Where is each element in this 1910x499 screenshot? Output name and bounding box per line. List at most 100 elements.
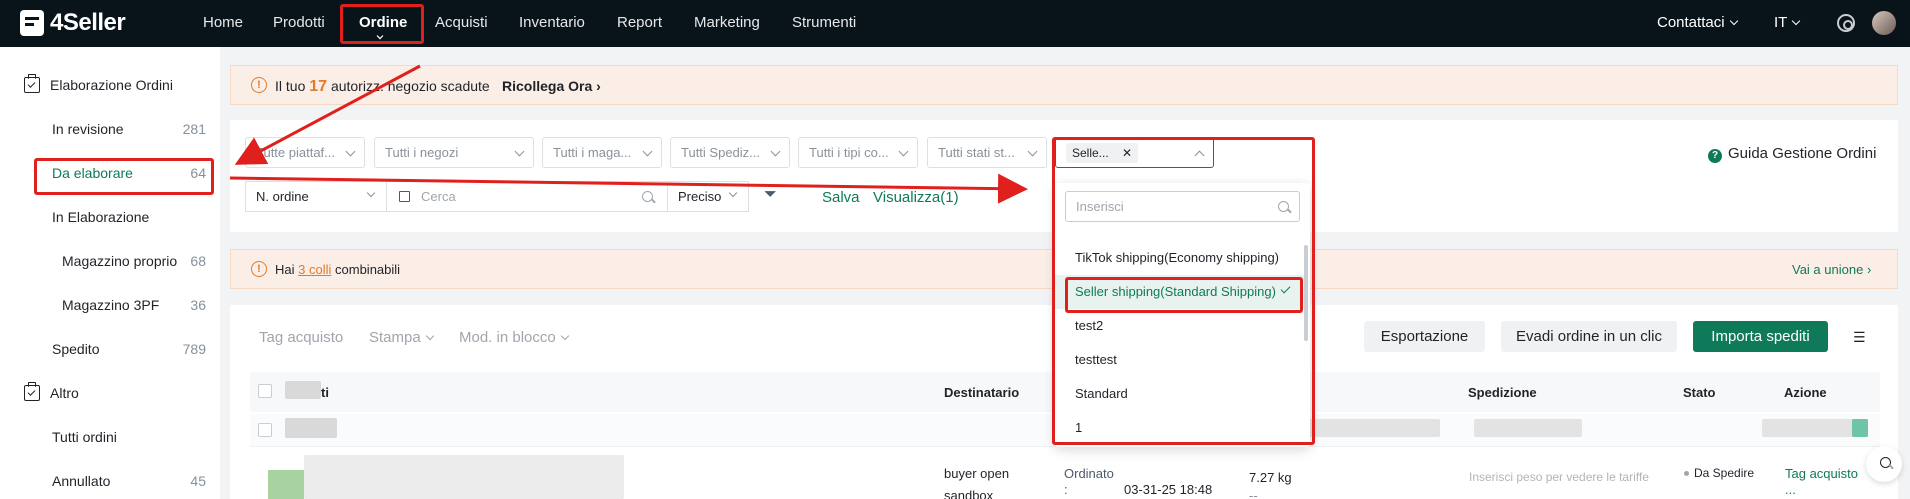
shop-select-value: Tutti i negozi <box>385 145 459 160</box>
product-thumbnail[interactable] <box>268 470 304 499</box>
dropdown-option[interactable]: TikTok shipping(Economy shipping) <box>1055 241 1304 275</box>
shipping-tag-select[interactable]: Selle... ✕ <box>1055 137 1214 168</box>
state-select[interactable]: Tutti stati st... <box>927 137 1047 168</box>
nav-marketing[interactable]: Marketing <box>694 14 760 31</box>
contact-menu[interactable]: Contattaci <box>1657 14 1738 31</box>
sidebar-item-cancelled[interactable]: Annullato 45 <box>52 473 220 489</box>
chevron-down-icon <box>366 188 376 198</box>
sidebar-item-label: Spedito <box>52 341 100 357</box>
avatar[interactable] <box>1872 11 1896 35</box>
alert-text: autorizz. negozio scadute <box>330 78 490 94</box>
sidebar: Elaborazione Ordini In revisione 281 Da e… <box>0 47 220 499</box>
col-header-status: Stato <box>1683 385 1716 400</box>
floating-search-button[interactable] <box>1866 446 1902 482</box>
export-button[interactable]: Esportazione <box>1364 321 1485 352</box>
nav-tools[interactable]: Strumenti <box>792 14 856 31</box>
sidebar-item-count: 281 <box>182 121 206 137</box>
type-select[interactable]: Tutti i tipi co... <box>798 137 918 168</box>
import-shipped-button[interactable]: Importa spediti <box>1693 321 1828 352</box>
guide-link-label: Guida Gestione Ordini <box>1728 145 1877 162</box>
sidebar-item-label: Magazzino 3PF <box>62 297 160 313</box>
order-field-select[interactable]: N. ordine <box>245 181 387 212</box>
alert-text: Hai <box>275 262 295 277</box>
row-checkbox[interactable] <box>258 423 272 437</box>
one-click-fulfill-button[interactable]: Evadi ordine in un clic <box>1501 321 1677 352</box>
recipient-name-line2: sandbox <box>944 488 994 499</box>
status-dot <box>1684 471 1689 477</box>
dropdown-option[interactable]: testtest <box>1055 343 1304 377</box>
nav-report[interactable]: Report <box>617 14 662 31</box>
tag-close-icon[interactable]: ✕ <box>1122 146 1132 160</box>
column-settings-icon[interactable]: ☰ <box>1853 329 1866 346</box>
select-all-checkbox[interactable] <box>258 384 272 398</box>
sidebar-item-label: Magazzino proprio <box>62 253 178 269</box>
gear-icon[interactable] <box>1837 14 1855 32</box>
packages-link[interactable]: 3 colli <box>298 262 331 277</box>
sidebar-item-to-process[interactable]: Da elaborare 64 <box>52 165 220 181</box>
reconnect-link[interactable]: Ricollega Ora › <box>502 78 601 94</box>
shipping-select[interactable]: Tutti Spediz... <box>670 137 790 168</box>
search-input[interactable]: Cerca <box>386 181 668 212</box>
save-view-button[interactable]: Salva <box>822 189 860 206</box>
search-icon <box>1278 201 1289 212</box>
dropdown-option[interactable]: 1 <box>1055 411 1304 445</box>
nav-inventory[interactable]: Inventario <box>519 14 585 31</box>
chevron-down-icon <box>1729 16 1738 26</box>
sidebar-group-label: Altro <box>50 385 79 401</box>
order-field-value: N. ordine <box>256 189 309 204</box>
filter-icon[interactable]: ⏷ <box>764 186 777 204</box>
sidebar-item-processing[interactable]: In Elaborazione <box>52 209 220 225</box>
sidebar-item-shipped[interactable]: Spedito 789 <box>52 341 220 357</box>
sidebar-item-count: 64 <box>190 165 206 181</box>
dropdown-scrollbar[interactable] <box>1304 245 1308 341</box>
sidebar-item-all-orders[interactable]: Tutti ordini <box>52 429 220 445</box>
language-menu[interactable]: IT <box>1774 14 1801 31</box>
blurred-cell <box>1300 419 1440 437</box>
dropdown-option[interactable]: Standard <box>1055 377 1304 411</box>
sidebar-group-other[interactable]: Altro <box>24 382 79 401</box>
dropdown-option-selected[interactable]: Seller shipping(Standard Shipping) <box>1055 275 1304 309</box>
top-nav-bar: 4Seller Home Prodotti Ordine Acquisti In… <box>0 0 1910 47</box>
sidebar-item-count: 68 <box>190 253 206 269</box>
nav-purchases[interactable]: Acquisti <box>435 14 488 31</box>
ordered-colon: : <box>1064 482 1068 497</box>
clipboard-icon <box>24 382 40 401</box>
merge-link[interactable]: Vai a unione › <box>1792 262 1871 277</box>
shop-select[interactable]: Tutti i negozi <box>374 137 534 168</box>
nav-orders[interactable]: Ordine <box>359 14 407 31</box>
alert-text: combinabili <box>335 262 401 277</box>
nav-home[interactable]: Home <box>203 14 243 31</box>
status-badge: Da Spedire <box>1684 466 1754 480</box>
tag-purchase-button[interactable]: Tag acquisto <box>259 329 343 346</box>
weight: 7.27 kg <box>1249 470 1292 485</box>
search-icon[interactable] <box>642 191 653 202</box>
nav-orders-caret-icon <box>376 32 384 40</box>
platform-select-value: Tutte piattaf... <box>256 145 336 160</box>
sidebar-item-own-warehouse[interactable]: Magazzino proprio 68 <box>62 253 220 269</box>
platform-select[interactable]: Tutte piattaf... <box>245 137 365 168</box>
match-mode-select[interactable]: Preciso <box>667 181 749 212</box>
blurred-order-id <box>285 418 337 438</box>
bulk-edit-menu[interactable]: Mod. in blocco <box>459 329 569 346</box>
sidebar-item-count: 36 <box>190 297 206 313</box>
print-menu[interactable]: Stampa <box>369 329 434 346</box>
check-icon <box>1280 283 1291 294</box>
view-button[interactable]: Visualizza(1) <box>873 189 959 206</box>
chevron-down-icon <box>770 146 781 157</box>
warehouse-select[interactable]: Tutti i maga... <box>542 137 662 168</box>
nav-products[interactable]: Prodotti <box>273 14 325 31</box>
dropdown-option[interactable]: test2 <box>1055 309 1304 343</box>
row-more-action[interactable]: ... <box>1785 482 1796 497</box>
print-menu-label: Stampa <box>369 329 421 346</box>
sidebar-group-order-processing[interactable]: Elaborazione Ordini <box>24 74 173 93</box>
guide-link[interactable]: ? Guida Gestione Ordini <box>1708 145 1876 163</box>
col-header-shipping: Spedizione <box>1468 385 1537 400</box>
dropdown-search-input[interactable]: Inserisci <box>1065 191 1300 222</box>
logo[interactable]: 4Seller <box>20 9 126 37</box>
bulk-edit-label: Mod. in blocco <box>459 329 556 346</box>
sidebar-item-in-review[interactable]: In revisione 281 <box>52 121 220 137</box>
sidebar-item-3pf-warehouse[interactable]: Magazzino 3PF 36 <box>62 297 220 313</box>
col-header-products: ti <box>321 385 329 400</box>
selected-tag-label: Selle... <box>1072 146 1109 160</box>
row-tag-action[interactable]: Tag acquisto <box>1785 466 1858 481</box>
